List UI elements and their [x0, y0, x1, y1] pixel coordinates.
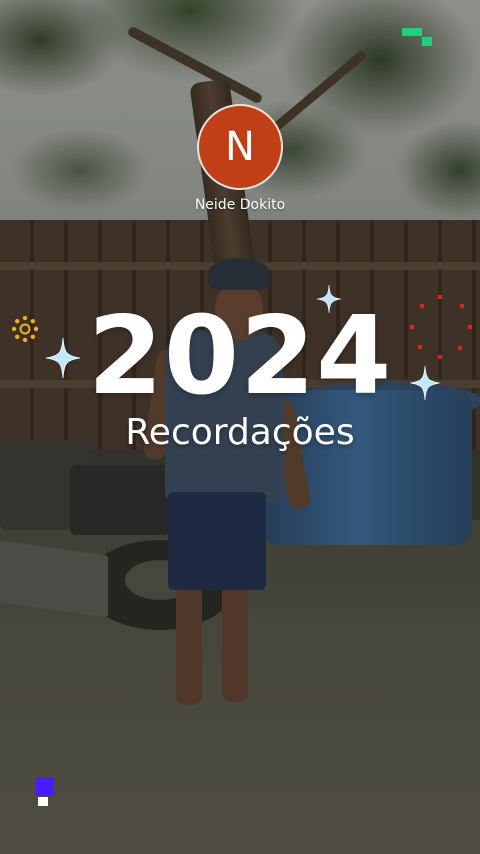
avatar-initial: N: [225, 124, 255, 170]
pixel-corner-icon: [36, 778, 54, 806]
pixel-corner-icon: [402, 28, 432, 46]
avatar[interactable]: N: [197, 104, 283, 190]
recap-subtitle: Recordações: [125, 412, 355, 453]
username: Neide Dokito: [194, 197, 286, 213]
year-title: 2024: [87, 294, 393, 419]
